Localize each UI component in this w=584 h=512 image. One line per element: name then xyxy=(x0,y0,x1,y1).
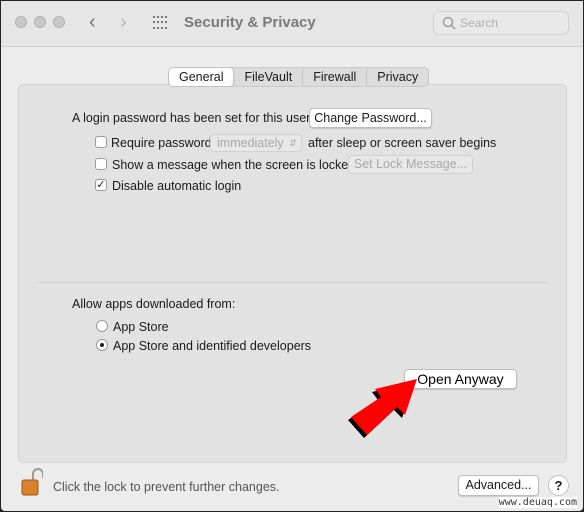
tab-general[interactable]: General xyxy=(169,68,235,86)
show-message-label: Show a message when the screen is locked xyxy=(112,158,356,172)
login-password-text: A login password has been set for this u… xyxy=(72,111,311,125)
tab-bar: General FileVault Firewall Privacy xyxy=(168,67,430,87)
tab-firewall[interactable]: Firewall xyxy=(303,68,368,86)
radio-app-store-label: App Store xyxy=(113,320,169,334)
back-chevron-icon[interactable]: ‹ xyxy=(89,11,96,34)
search-placeholder: Search xyxy=(460,16,499,30)
watermark: www.deuaq.com xyxy=(498,497,577,508)
show-message-checkbox[interactable] xyxy=(95,158,107,170)
require-password-select[interactable]: immediately ⇵ xyxy=(210,134,302,152)
help-button[interactable]: ? xyxy=(548,475,569,496)
forward-chevron-icon[interactable]: › xyxy=(120,11,127,34)
radio-identified-developers-label: App Store and identified developers xyxy=(113,339,312,353)
search-icon xyxy=(442,16,456,30)
require-password-suffix: after sleep or screen saver begins xyxy=(308,136,497,150)
advanced-button[interactable]: Advanced... xyxy=(458,475,539,496)
tab-filevault[interactable]: FileVault xyxy=(234,68,304,86)
radio-identified-developers[interactable] xyxy=(96,339,108,351)
require-password-label: Require password xyxy=(111,136,212,150)
red-arrow-annotation xyxy=(348,379,417,438)
select-value: immediately xyxy=(217,136,284,150)
lock-open-icon[interactable] xyxy=(21,467,43,497)
change-password-button[interactable]: Change Password... xyxy=(309,108,432,128)
window-title: Security & Privacy xyxy=(184,14,316,31)
zoom-button[interactable] xyxy=(53,16,65,28)
disable-auto-login-checkbox[interactable]: ✓ xyxy=(95,179,107,191)
set-lock-message-button[interactable]: Set Lock Message... xyxy=(348,155,473,174)
security-privacy-window: ‹ › Security & Privacy Search General Fi… xyxy=(1,1,583,511)
lock-text: Click the lock to prevent further change… xyxy=(53,480,280,494)
allow-apps-label: Allow apps downloaded from: xyxy=(72,297,236,311)
disable-auto-login-label: Disable automatic login xyxy=(112,179,242,193)
require-password-checkbox[interactable] xyxy=(95,136,107,148)
search-input[interactable]: Search xyxy=(433,11,569,35)
show-all-grid-icon[interactable] xyxy=(153,16,169,30)
radio-app-store[interactable] xyxy=(96,320,108,332)
stepper-chevron-icon: ⇵ xyxy=(289,138,297,148)
close-button[interactable] xyxy=(15,16,27,28)
divider xyxy=(39,282,547,283)
minimize-button[interactable] xyxy=(34,16,46,28)
title-bar: ‹ › Security & Privacy Search xyxy=(1,1,583,47)
tab-privacy[interactable]: Privacy xyxy=(367,68,428,86)
